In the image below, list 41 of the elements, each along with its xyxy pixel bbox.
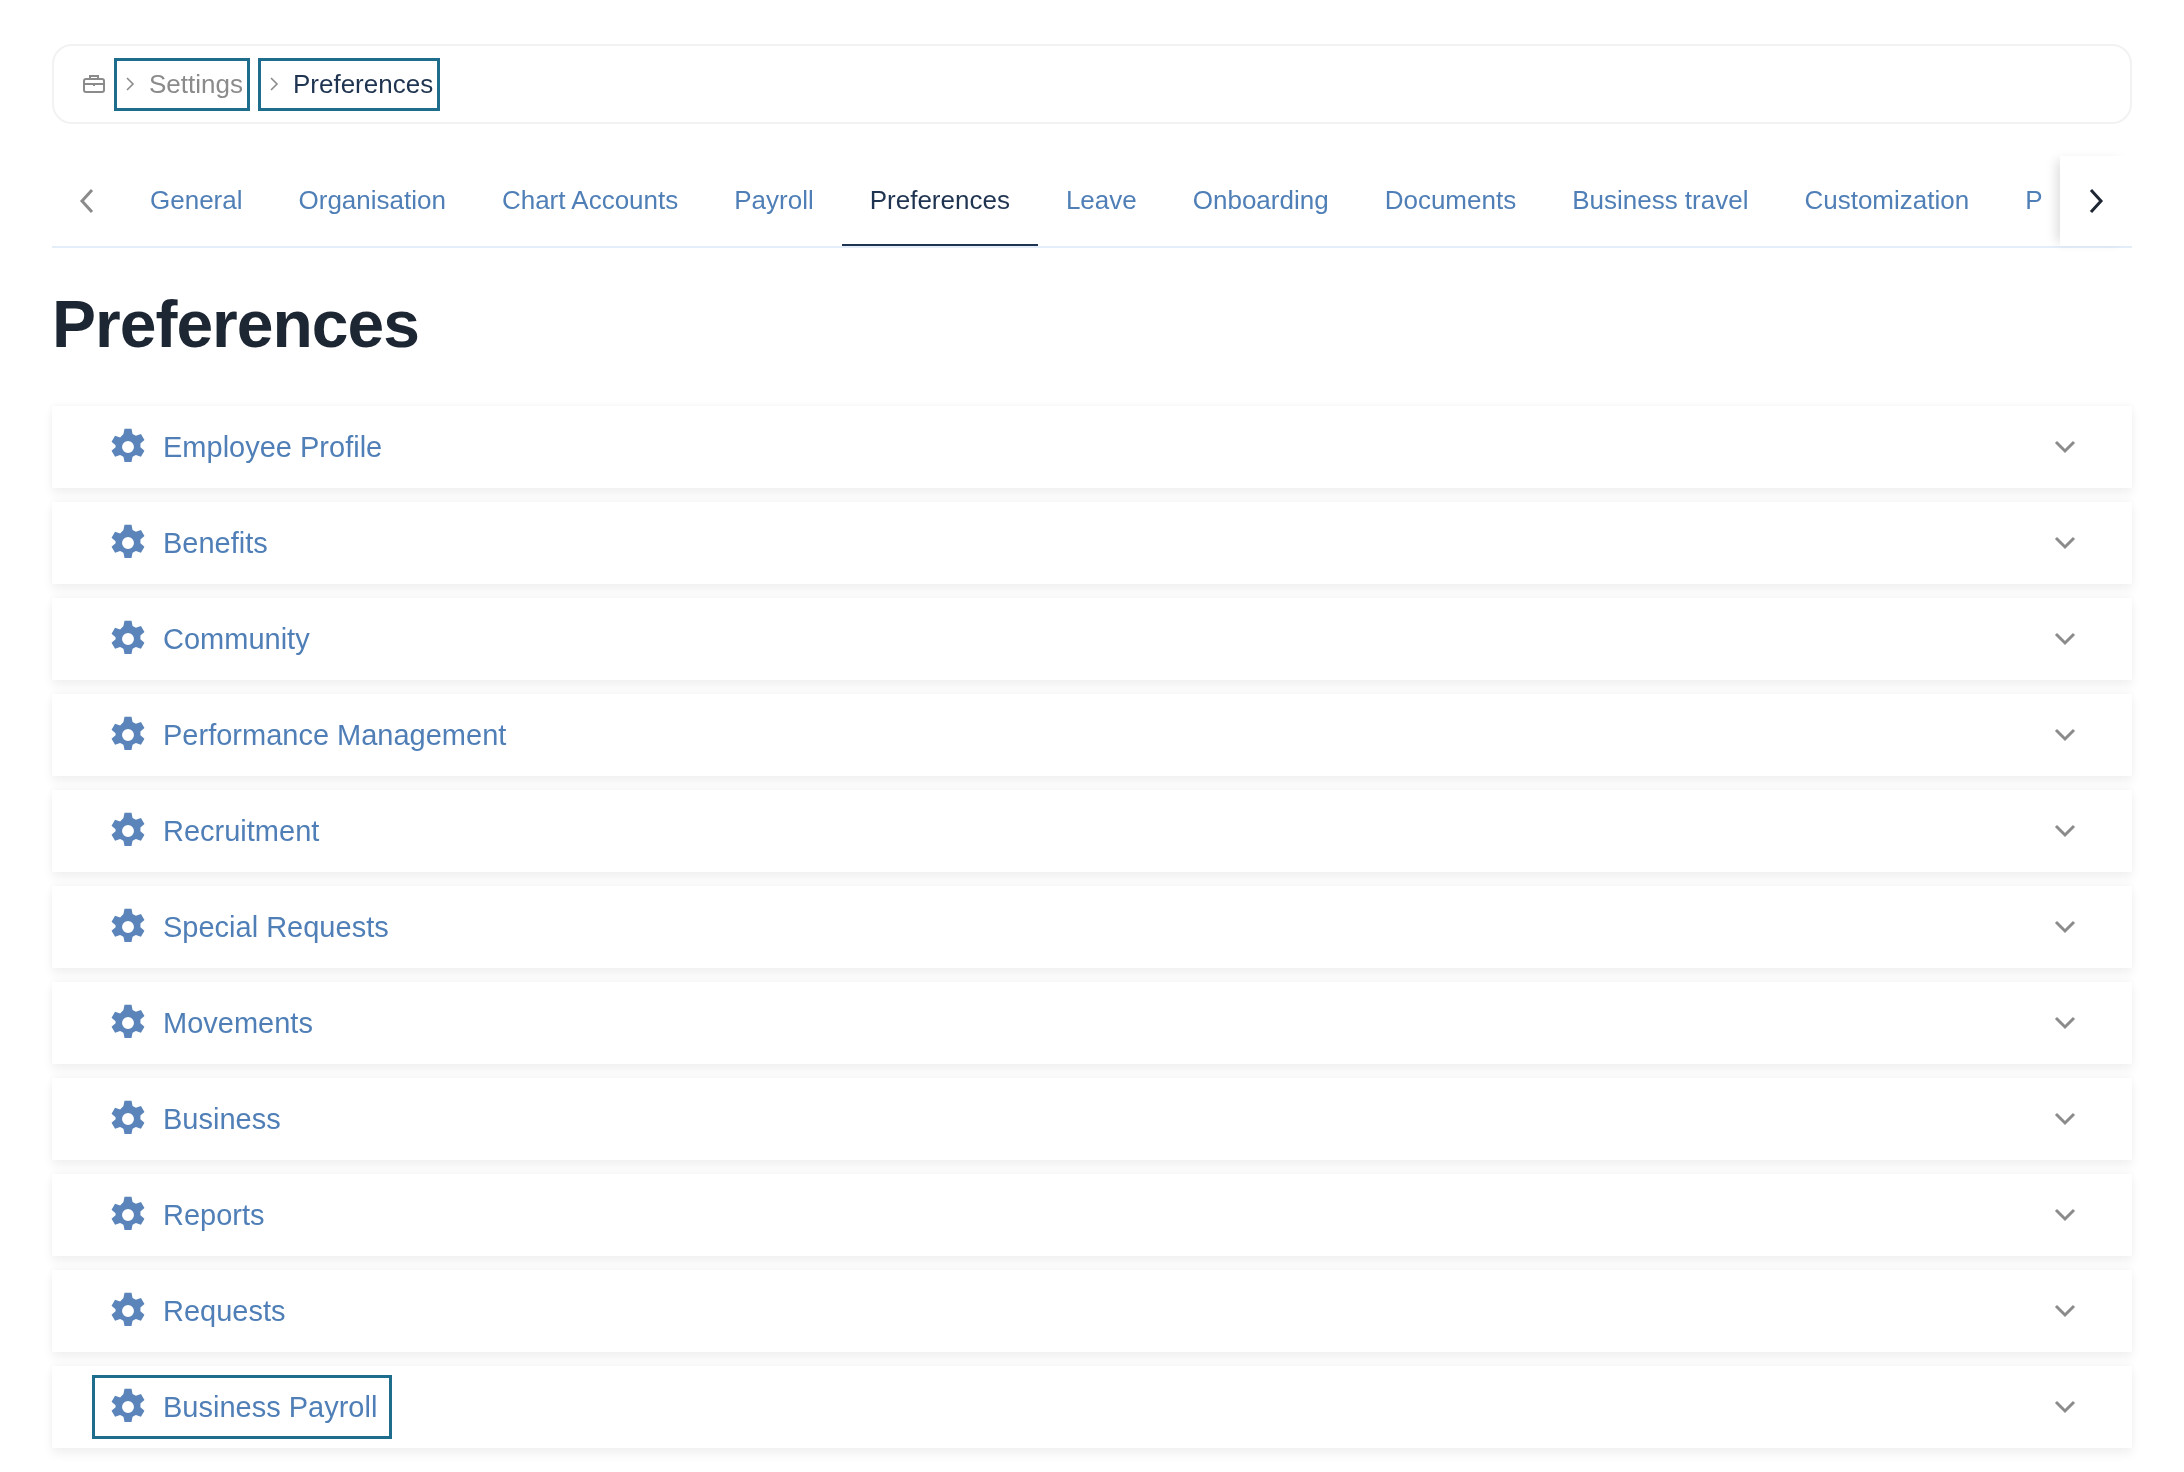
tab[interactable]: Chart Accounts [473,156,707,246]
section-title[interactable]: Employee Profile [92,415,398,479]
section-title[interactable]: Special Requests [92,895,404,959]
section-title[interactable]: Business Payroll [92,1375,393,1439]
chevron-left-icon [79,188,95,214]
section-title[interactable]: Benefits [92,511,283,575]
section-title[interactable]: Recruitment [92,799,335,863]
accordion-header[interactable]: Business Payroll [52,1366,2132,1448]
accordion-header[interactable]: Business [52,1078,2132,1160]
section-title[interactable]: Requests [92,1279,301,1343]
accordion-header[interactable]: Performance Management [52,694,2132,776]
breadcrumb-link[interactable]: Preferences [257,57,441,111]
briefcase-icon [82,74,106,94]
tab[interactable]: Documents [1356,156,1545,246]
chevron-right-icon [2088,188,2104,214]
accordion-header[interactable]: Movements [52,982,2132,1064]
accordion-header[interactable]: Recruitment [52,790,2132,872]
accordion-header[interactable]: Reports [52,1174,2132,1256]
tab[interactable]: Organisation [270,156,474,246]
tab[interactable]: Preferences [841,156,1038,246]
chevron-right-icon [125,76,135,92]
breadcrumb-link[interactable]: Settings [114,57,250,111]
chevron-right-icon [268,76,279,92]
accordion-header[interactable]: Employee Profile [52,406,2132,488]
section-title[interactable]: Business [92,1087,296,1151]
section-title[interactable]: Performance Management [92,703,522,767]
accordion-header[interactable]: Special Requests [52,886,2132,968]
accordion-header[interactable]: Requests [52,1270,2132,1352]
tab[interactable]: Onboarding [1164,156,1357,246]
page-title: Preferences [52,286,420,362]
tab[interactable]: Payroll [706,156,842,246]
tab[interactable]: General [122,156,271,246]
accordion-header[interactable]: Community [52,598,2132,680]
tab[interactable]: Leave [1037,156,1165,246]
tab[interactable]: Customization [1776,156,1998,246]
section-title[interactable]: Movements [92,991,328,1055]
section-title[interactable]: Community [92,607,325,671]
accordion-header[interactable]: Benefits [52,502,2132,584]
tab[interactable]: P [1997,156,2060,246]
section-title[interactable]: Reports [92,1183,280,1247]
tab[interactable]: Business travel [1544,156,1777,246]
